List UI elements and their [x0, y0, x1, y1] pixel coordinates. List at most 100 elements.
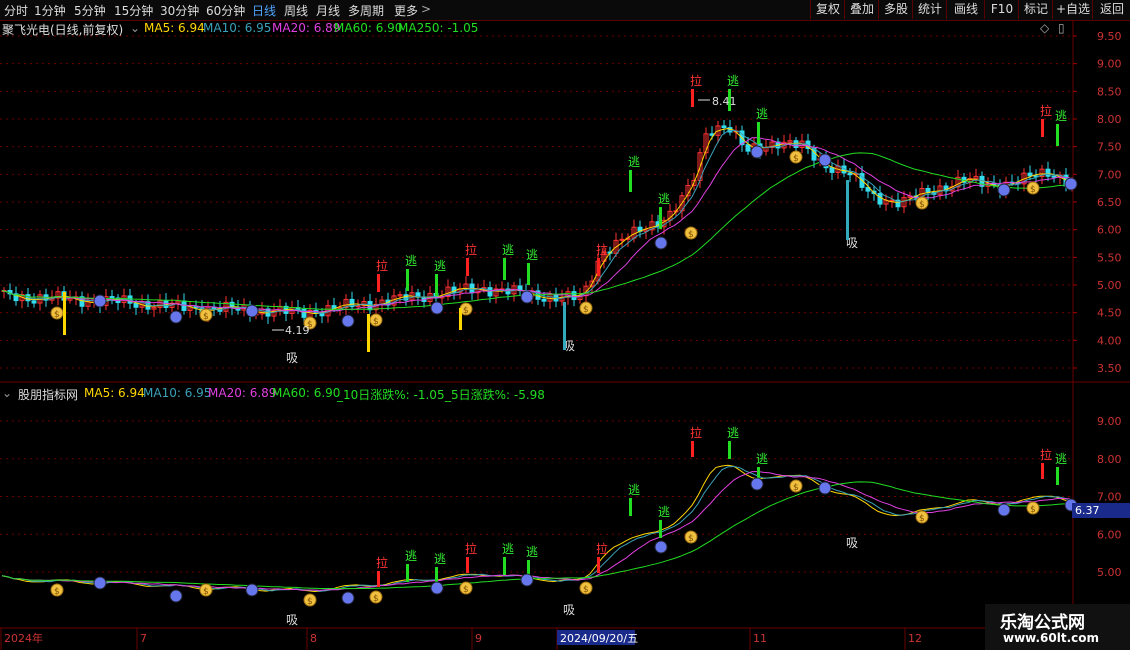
- candle-body: [31, 300, 37, 304]
- candle-body: [877, 193, 883, 205]
- sad-face-icon: [520, 573, 534, 587]
- money-bag-symbol: $: [54, 587, 60, 597]
- escape-signal-bar: [503, 258, 506, 280]
- money-bag-symbol: $: [203, 312, 209, 322]
- money-bag-symbol: $: [688, 230, 694, 240]
- lower-pull-bar: [1041, 463, 1044, 479]
- stock-title[interactable]: 聚飞光电(日线,前复权): [2, 21, 123, 38]
- lower-escape-label: 逃: [405, 549, 417, 563]
- lower-pull-bar: [597, 557, 600, 573]
- sad-face-icon: [169, 589, 183, 603]
- lower-pull-label: 拉: [376, 555, 388, 570]
- lower-pull-label: 拉: [596, 541, 608, 556]
- money-bag-symbol: $: [54, 310, 60, 320]
- money-bag-symbol: $: [688, 534, 694, 544]
- escape-signal-bar: [659, 207, 662, 229]
- window-icon[interactable]: ▯: [1058, 21, 1065, 35]
- sad-face-icon: [341, 591, 355, 605]
- money-bag-symbol: $: [373, 594, 379, 604]
- upper-y-tick-label: 3.50: [1097, 362, 1122, 375]
- lower-escape-bar: [629, 498, 632, 516]
- money-bag-symbol: $: [1030, 185, 1036, 195]
- escape-signal-label: 逃: [434, 259, 446, 273]
- pull-signal-label: 拉: [1040, 103, 1052, 118]
- upper-legend-ma20: MA20: 6.89: [272, 21, 341, 35]
- sad-face-icon: [1064, 177, 1078, 191]
- upper-y-tick-label: 4.00: [1097, 334, 1122, 347]
- lower-absorb-label: 吸: [286, 613, 298, 627]
- x-axis-label: 2024年: [4, 631, 43, 645]
- lower-absorb-label: 吸: [563, 603, 575, 617]
- pull-signal-bar: [466, 258, 469, 276]
- lower-legend-ma60: MA60: 6.90: [272, 386, 341, 400]
- lower-legend-ma20: MA20: 6.89: [208, 386, 277, 400]
- money-bag-symbol: $: [919, 200, 925, 210]
- candle-body: [487, 287, 493, 297]
- lower-legend-ma5: MA5: 6.94: [84, 386, 145, 400]
- high-price-annotation: 8.41: [712, 95, 737, 108]
- lower-pull-label: 拉: [1040, 447, 1052, 462]
- lower-y-tick-label: 9.00: [1097, 415, 1122, 428]
- sad-face-icon: [654, 236, 668, 250]
- x-axis-label: 2024/09/20/五: [560, 632, 638, 645]
- candle-body: [133, 302, 139, 308]
- upper-legend-ma5: MA5: 6.94: [144, 21, 205, 35]
- lower-legend-10d: _10日涨跌%: -1.05: [337, 388, 445, 402]
- lower-escape-bar: [728, 441, 731, 459]
- pull-signal-bar: [597, 258, 600, 276]
- pull-signal-label: 拉: [596, 242, 608, 257]
- candle-body: [889, 199, 895, 202]
- lower-y-tick-label: 8.00: [1097, 453, 1122, 466]
- lower-escape-label: 逃: [526, 545, 538, 559]
- escape-signal-label: 逃: [628, 155, 640, 169]
- chevron-down-icon[interactable]: ⌄: [2, 386, 12, 400]
- absorb-bar: [459, 308, 462, 330]
- money-bag-symbol: $: [919, 514, 925, 524]
- lower-y-tick-label: 6.00: [1097, 528, 1122, 541]
- escape-signal-label: 逃: [727, 74, 739, 88]
- upper-y-tick-label: 8.00: [1097, 113, 1122, 126]
- upper-y-tick-label: 9.00: [1097, 58, 1122, 71]
- money-bag-symbol: $: [1030, 505, 1036, 515]
- upper-y-tick-label: 5.50: [1097, 251, 1122, 264]
- lower-escape-label: 逃: [756, 452, 768, 466]
- x-axis-label: 9: [475, 632, 482, 645]
- candle-body: [1045, 168, 1051, 177]
- sad-face-icon: [997, 503, 1011, 517]
- kline-chart[interactable]: 9.50 9.00 8.50 8.00 7.50 7.00 6.50 6.00 5.50 5.00…: [0, 0, 1130, 650]
- money-bag-symbol: $: [583, 305, 589, 315]
- upper-legend-ma60: MA60: 6.90: [334, 21, 403, 35]
- escape-signal-label: 逃: [1055, 109, 1067, 123]
- money-bag-symbol: $: [463, 306, 469, 316]
- lower-escape-label: 逃: [502, 542, 514, 556]
- lower-pull-label: 拉: [690, 425, 702, 440]
- upper-ma60-line: [1, 152, 1071, 310]
- money-bag-symbol: $: [307, 597, 313, 607]
- lower-escape-label: 逃: [1055, 452, 1067, 466]
- escape-signal-label: 逃: [405, 254, 417, 268]
- lower-ma10-line: [1, 465, 1071, 592]
- watermark-title: 乐淘公式网: [1000, 613, 1085, 633]
- x-axis-label: 11: [753, 632, 767, 645]
- upper-ma20-line: [1, 137, 1071, 313]
- lower-escape-bar: [1056, 467, 1059, 485]
- pull-signal-bar: [377, 274, 380, 292]
- upper-y-tick-label: 5.00: [1097, 279, 1122, 292]
- sad-face-icon: [750, 477, 764, 491]
- diamond-icon[interactable]: ◇: [1040, 21, 1049, 35]
- money-bag-symbol: $: [793, 154, 799, 164]
- money-bag-symbol: $: [463, 585, 469, 595]
- low-price-annotation: 4.19: [285, 324, 310, 337]
- indicator-title[interactable]: 股朋指标网: [18, 386, 78, 403]
- candle-body: [109, 296, 115, 299]
- absorb-bar: [63, 292, 66, 335]
- candle-body: [721, 125, 727, 129]
- absorb-bar: [367, 314, 370, 352]
- lower-y-tick-label: 5.00: [1097, 566, 1122, 579]
- lower-absorb-label: 吸: [846, 536, 858, 550]
- escape-signal-bar: [435, 274, 438, 296]
- sad-face-icon: [818, 481, 832, 495]
- chevron-down-icon[interactable]: ⌄: [130, 21, 140, 35]
- upper-y-tick-label: 4.50: [1097, 307, 1122, 320]
- lower-ma60-line: [1, 481, 1071, 590]
